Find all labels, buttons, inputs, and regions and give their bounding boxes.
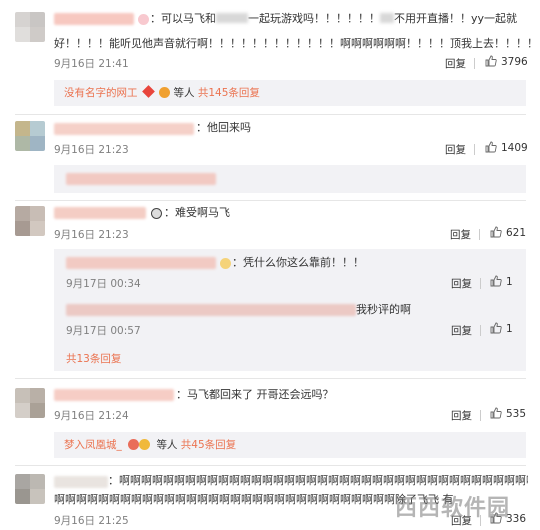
panda-emoji-icon (151, 208, 162, 219)
timestamp: 9月16日 21:23 (54, 144, 129, 156)
avatar[interactable] (15, 474, 45, 504)
username[interactable] (54, 123, 194, 135)
like-button[interactable]: 535 (490, 407, 526, 420)
badge-emoji-icon (128, 439, 140, 450)
sub-reply-username[interactable] (66, 304, 356, 316)
like-button[interactable]: 3796 (485, 55, 528, 68)
watermark-logo: 西西软件园 (395, 496, 511, 521)
reply-count-link[interactable]: 共45条回复 (181, 439, 236, 451)
thumbs-up-icon (490, 226, 502, 238)
like-button[interactable]: 1409 (485, 141, 528, 154)
thumbs-up-icon (485, 141, 497, 153)
comment-text: ：可以马飞和 一起玩游戏吗！！！！！！ 不用开直播！！yy一起就 (150, 12, 518, 25)
reply-button[interactable]: 回复 (451, 323, 472, 338)
sub-reply-summary[interactable]: 梦入凤凰城_ 等人 共45条回复 (54, 432, 526, 458)
sub-reply-text: ：凭什么你这么靠前！！！ (232, 256, 364, 269)
separator (474, 144, 475, 155)
sub-reply-username[interactable] (66, 257, 216, 269)
avatar-emoji-icon (159, 87, 171, 98)
separator (480, 410, 481, 421)
sub-reply-text: 我秒评的啊 (356, 303, 411, 316)
separator (474, 58, 475, 69)
like-button[interactable]: 1 (490, 322, 513, 335)
avatar[interactable] (15, 121, 45, 151)
comment-text: ：啊啊啊啊啊啊啊啊啊啊啊啊啊啊啊啊啊啊啊啊啊啊啊啊啊啊啊啊啊啊啊啊啊啊啊啊啊啊啊… (108, 474, 528, 487)
like-count: 1 (506, 323, 513, 335)
divider (15, 378, 526, 379)
like-count: 621 (506, 227, 527, 239)
avatar[interactable] (15, 12, 45, 42)
reply-button[interactable]: 回复 (445, 56, 466, 71)
pig-emoji-icon (138, 14, 149, 25)
like-count: 1409 (501, 142, 528, 154)
thumbs-up-icon (490, 275, 502, 287)
divider (15, 465, 526, 466)
thumbs-up-icon (485, 55, 497, 67)
sub-reply-summary[interactable]: 没有名字的网工 等人 共145条回复 (54, 80, 526, 106)
like-button[interactable]: 621 (490, 226, 526, 239)
timestamp: 9月17日 00:34 (66, 278, 141, 290)
like-count: 3796 (501, 56, 528, 68)
username[interactable] (54, 476, 108, 488)
sub-reply-summary[interactable] (54, 165, 526, 193)
timestamp: 9月16日 21:25 (54, 515, 129, 527)
thumbs-up-icon (490, 322, 502, 334)
reply-button[interactable]: 回复 (450, 227, 471, 242)
username[interactable] (54, 13, 134, 25)
timestamp: 9月16日 21:24 (54, 410, 129, 422)
like-count: 535 (506, 408, 527, 420)
timestamp: 9月16日 21:23 (54, 229, 129, 241)
sub-reply-user[interactable]: 梦入凤凰城_ (64, 439, 122, 451)
avatar[interactable] (15, 388, 45, 418)
balloon-emoji-icon (139, 439, 151, 450)
reply-count-link[interactable]: 共145条回复 (198, 87, 260, 99)
thumbs-up-icon (490, 407, 502, 419)
reply-button[interactable]: 回复 (451, 408, 472, 423)
reply-button[interactable]: 回复 (451, 276, 472, 291)
avatar[interactable] (15, 206, 45, 236)
comment-text: ：难受啊马飞 (164, 206, 230, 219)
divider (15, 200, 526, 201)
username[interactable] (54, 389, 174, 401)
like-button[interactable]: 1 (490, 275, 513, 288)
sweat-emoji-icon (220, 258, 231, 269)
separator (480, 325, 481, 336)
separator (480, 278, 481, 289)
sub-reply-user[interactable]: 没有名字的网工 (64, 87, 138, 99)
timestamp: 9月16日 21:41 (54, 58, 129, 70)
badge-icon (141, 85, 155, 98)
timestamp: 9月17日 00:57 (66, 325, 141, 337)
reply-button[interactable]: 回复 (445, 142, 466, 157)
comment-text: ：他回来吗 (196, 121, 251, 134)
more-replies-link[interactable]: 共13条回复 (66, 352, 121, 366)
comment-text: ：马飞都回来了 开哥还会远吗？ (176, 388, 334, 401)
comment-text-line2: 好！！！！能听见他声音就行啊！！！！！！！！！！！！啊啊啊啊啊啊！！！！顶我上去… (54, 37, 538, 50)
username[interactable] (54, 207, 146, 219)
separator (479, 229, 480, 240)
like-count: 1 (506, 276, 513, 288)
divider (15, 114, 526, 115)
